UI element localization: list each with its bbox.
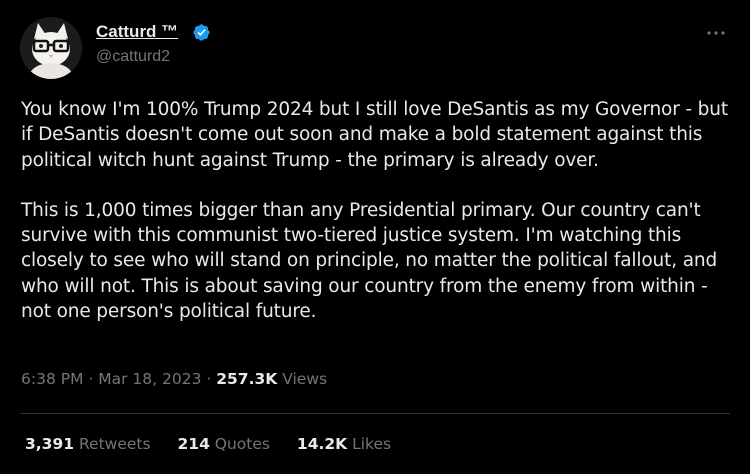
verified-badge-icon[interactable] bbox=[192, 23, 211, 42]
likes-label: Likes bbox=[347, 435, 392, 453]
retweets-stat[interactable]: 3,391 Retweets bbox=[25, 435, 151, 453]
ellipsis-icon[interactable] bbox=[704, 24, 728, 42]
tweet-card: Catturd ™ @catturd2 You know I'm 100% Tr… bbox=[0, 0, 750, 474]
retweets-label: Retweets bbox=[74, 435, 151, 453]
cat-avatar-icon bbox=[20, 17, 82, 79]
meta-separator: · bbox=[201, 370, 217, 388]
quotes-label: Quotes bbox=[209, 435, 270, 453]
tweet-meta: 6:38 PM · Mar 18, 2023 · 257.3K Views bbox=[21, 370, 327, 388]
tweet-paragraph: This is 1,000 times bigger than any Pres… bbox=[21, 199, 718, 323]
tweet-text: You know I'm 100% Trump 2024 but I still… bbox=[21, 97, 733, 324]
retweets-count: 3,391 bbox=[25, 435, 75, 453]
author-handle[interactable]: @catturd2 bbox=[96, 48, 170, 66]
tweet-date[interactable]: Mar 18, 2023 bbox=[98, 370, 201, 388]
tweet-stats: 3,391 Retweets 214 Quotes 14.2K Likes bbox=[25, 435, 413, 453]
quotes-count: 214 bbox=[177, 435, 210, 453]
tweet-time[interactable]: 6:38 PM bbox=[21, 370, 83, 388]
views-label: Views bbox=[277, 370, 328, 388]
avatar[interactable] bbox=[20, 17, 82, 79]
quotes-stat[interactable]: 214 Quotes bbox=[178, 435, 270, 453]
likes-count: 14.2K bbox=[296, 435, 348, 453]
likes-stat[interactable]: 14.2K Likes bbox=[297, 435, 391, 453]
divider bbox=[20, 413, 730, 414]
meta-separator: · bbox=[83, 370, 99, 388]
views-count: 257.3K bbox=[216, 370, 278, 388]
tweet-paragraph: You know I'm 100% Trump 2024 but I still… bbox=[21, 99, 728, 171]
author-name[interactable]: Catturd ™ bbox=[96, 22, 178, 42]
